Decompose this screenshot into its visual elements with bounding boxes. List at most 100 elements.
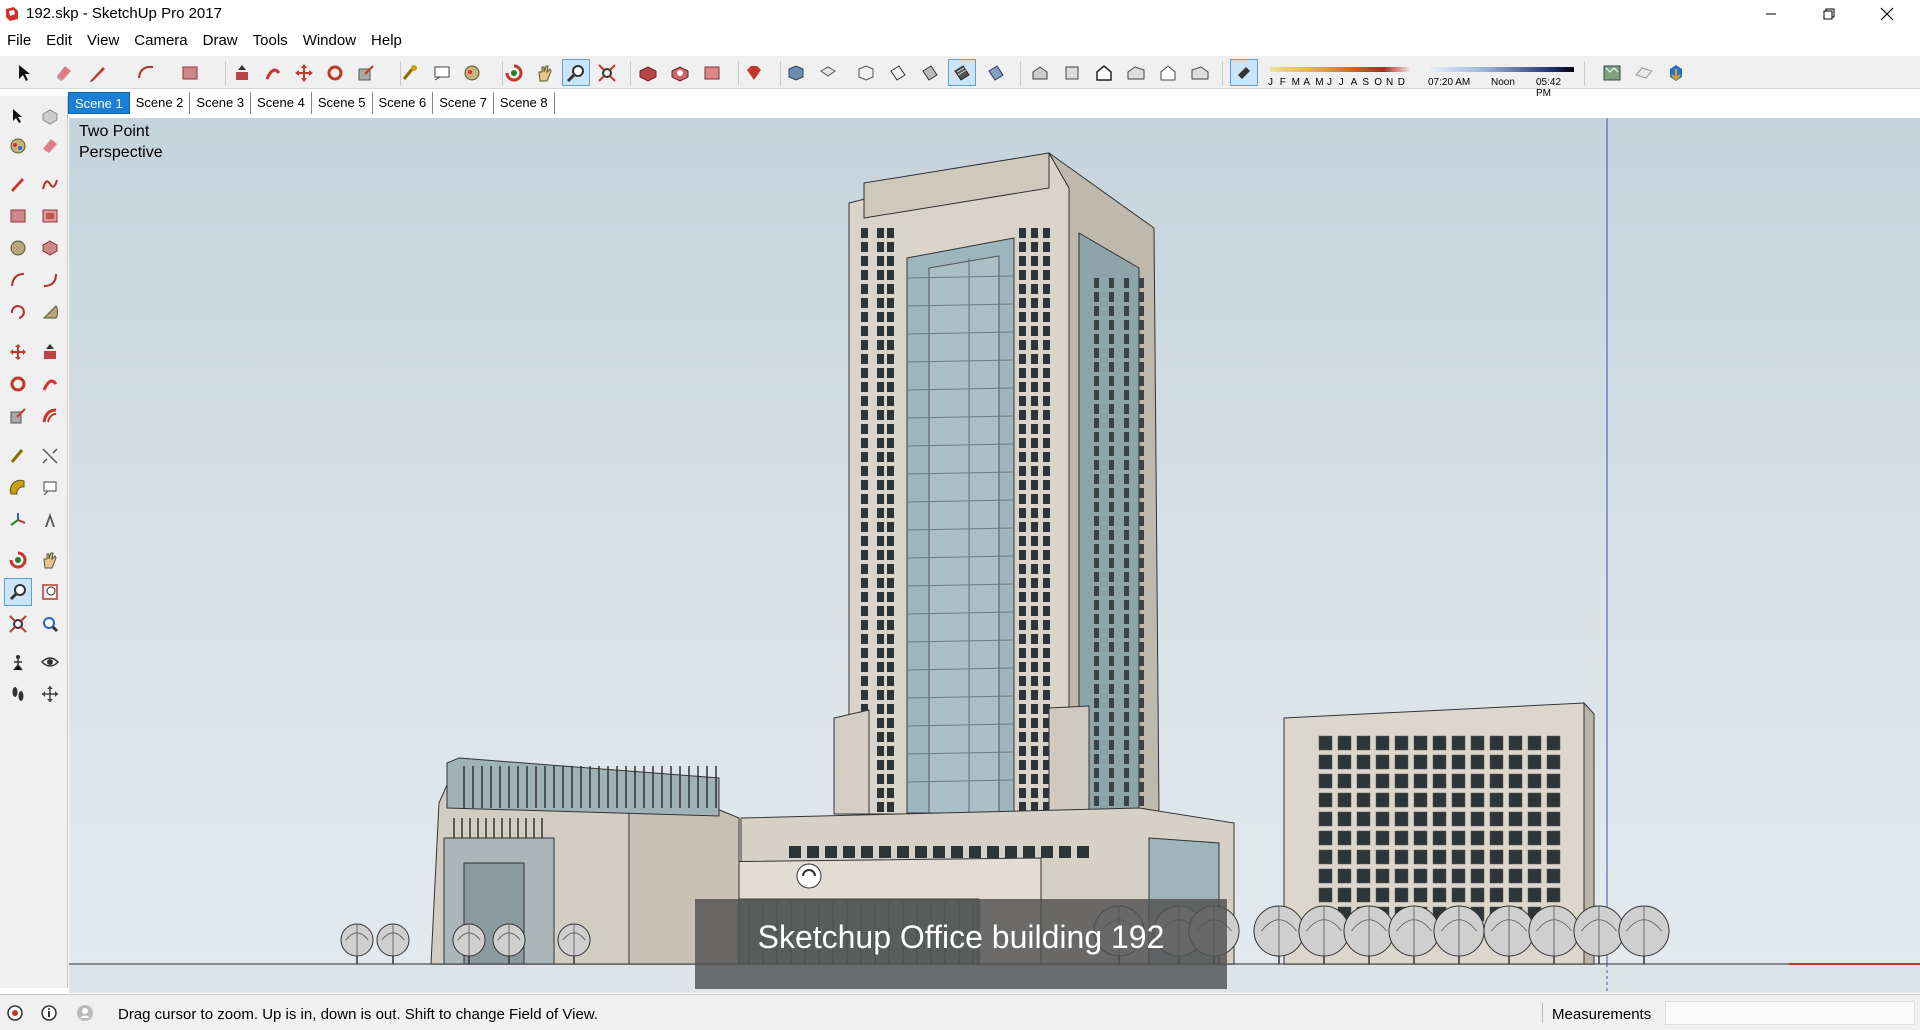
add-location-button[interactable] bbox=[1598, 59, 1626, 86]
palette-rectangle-button[interactable] bbox=[4, 202, 32, 230]
zoom-extents-button[interactable] bbox=[593, 59, 621, 86]
eraser-tool-button[interactable] bbox=[50, 59, 78, 86]
orbit-tool-button[interactable] bbox=[500, 59, 528, 86]
pan-tool-button[interactable] bbox=[531, 59, 559, 86]
palette-eraser-button[interactable] bbox=[36, 132, 64, 160]
tab-scene-4[interactable]: Scene 4 bbox=[251, 92, 312, 114]
palette-zoom-window-button[interactable] bbox=[36, 578, 64, 606]
tab-scene-8[interactable]: Scene 8 bbox=[494, 92, 555, 114]
palette-look-around-button[interactable] bbox=[36, 648, 64, 676]
palette-3dtext-button[interactable] bbox=[36, 506, 64, 534]
palette-pushpull-button[interactable] bbox=[36, 338, 64, 366]
scale-tool-button[interactable] bbox=[352, 59, 380, 86]
shadows-toggle-button[interactable] bbox=[1230, 59, 1258, 86]
arc-tool-button[interactable] bbox=[132, 59, 160, 86]
view-iso-house-button[interactable] bbox=[1026, 59, 1054, 86]
palette-text-button[interactable] bbox=[36, 474, 64, 502]
shaded-style-button[interactable] bbox=[916, 59, 944, 86]
restore-button[interactable] bbox=[1800, 0, 1858, 28]
palette-circle-button[interactable] bbox=[4, 234, 32, 262]
xray-style-button[interactable] bbox=[852, 59, 880, 86]
palette-axes-button[interactable] bbox=[4, 506, 32, 534]
palette-followme-button[interactable] bbox=[36, 370, 64, 398]
tab-scene-6[interactable]: Scene 6 bbox=[373, 92, 434, 114]
view-right-button[interactable] bbox=[1122, 59, 1150, 86]
photo-textures-button[interactable] bbox=[1662, 59, 1690, 86]
palette-pie-button[interactable] bbox=[36, 298, 64, 326]
menu-file[interactable]: File bbox=[0, 30, 39, 54]
extension-warehouse-button[interactable] bbox=[740, 59, 768, 86]
textured-style-button[interactable] bbox=[948, 59, 976, 86]
tab-scene-7[interactable]: Scene 7 bbox=[433, 92, 494, 114]
menu-help[interactable]: Help bbox=[364, 30, 410, 54]
model-viewport[interactable]: Two Point Perspective Sketchup Office bu… bbox=[69, 118, 1920, 993]
palette-freehand-button[interactable] bbox=[36, 170, 64, 198]
palette-rotate-button[interactable] bbox=[4, 370, 32, 398]
palette-arc-button[interactable] bbox=[4, 266, 32, 294]
menu-window[interactable]: Window bbox=[296, 30, 364, 54]
toggle-terrain-button[interactable] bbox=[1630, 59, 1658, 86]
close-button[interactable] bbox=[1858, 0, 1916, 28]
measurements-field[interactable] bbox=[1665, 1001, 1915, 1025]
menu-camera[interactable]: Camera bbox=[127, 30, 195, 54]
share-component-button[interactable] bbox=[698, 59, 726, 86]
rotate-tool-button[interactable] bbox=[321, 59, 349, 86]
palette-tape-button[interactable] bbox=[4, 442, 32, 470]
minimize-button[interactable] bbox=[1742, 0, 1800, 28]
view-left-button[interactable] bbox=[1186, 59, 1214, 86]
palette-previous-view-button[interactable] bbox=[36, 610, 64, 638]
zoom-tool-button[interactable] bbox=[562, 59, 590, 86]
paint-bucket-button[interactable] bbox=[458, 59, 486, 86]
menu-view[interactable]: View bbox=[80, 30, 127, 54]
rectangle-tool-button[interactable] bbox=[176, 59, 204, 86]
palette-component-button[interactable] bbox=[36, 102, 64, 130]
palette-line-button[interactable] bbox=[4, 170, 32, 198]
share-model-button[interactable] bbox=[666, 59, 694, 86]
geo-location-status-icon[interactable] bbox=[6, 1004, 24, 1022]
palette-zoom-button[interactable] bbox=[4, 578, 32, 606]
monochrome-style-button[interactable] bbox=[982, 59, 1010, 86]
menu-tools[interactable]: Tools bbox=[246, 30, 296, 54]
palette-2pt-arc-button[interactable] bbox=[36, 266, 64, 294]
palette-section-button[interactable] bbox=[36, 680, 64, 708]
line-tool-button[interactable] bbox=[84, 59, 112, 86]
info-icon[interactable] bbox=[40, 1004, 58, 1022]
tab-scene-5[interactable]: Scene 5 bbox=[312, 92, 373, 114]
tab-scene-2[interactable]: Scene 2 bbox=[130, 92, 191, 114]
iso-view-button[interactable] bbox=[782, 59, 810, 86]
palette-3pt-arc-button[interactable] bbox=[4, 298, 32, 326]
select-tool-button[interactable] bbox=[10, 59, 38, 86]
user-account-icon[interactable] bbox=[76, 1004, 94, 1022]
palette-position-camera-button[interactable] bbox=[4, 648, 32, 676]
palette-protractor-button[interactable] bbox=[4, 474, 32, 502]
tape-measure-button[interactable] bbox=[396, 59, 424, 86]
palette-rotated-rectangle-button[interactable] bbox=[36, 202, 64, 230]
palette-orbit-button[interactable] bbox=[4, 546, 32, 574]
palette-dimension-button[interactable] bbox=[36, 442, 64, 470]
move-tool-button[interactable] bbox=[290, 59, 318, 86]
palette-paint-button[interactable] bbox=[4, 132, 32, 160]
view-top-button[interactable] bbox=[1058, 59, 1086, 86]
palette-pan-button[interactable] bbox=[36, 546, 64, 574]
palette-move-button[interactable] bbox=[4, 338, 32, 366]
wireframe-style-button[interactable] bbox=[884, 59, 912, 86]
view-back-button[interactable] bbox=[1154, 59, 1182, 86]
tab-scene-3[interactable]: Scene 3 bbox=[190, 92, 252, 114]
push-pull-tool-button[interactable] bbox=[228, 59, 256, 86]
text-tool-button[interactable] bbox=[428, 59, 456, 86]
shadow-date-slider[interactable]: JFMAMJJASOND bbox=[1266, 59, 1416, 88]
menu-draw[interactable]: Draw bbox=[196, 30, 246, 54]
palette-offset-button[interactable] bbox=[36, 402, 64, 430]
top-view-button[interactable] bbox=[814, 59, 842, 86]
view-front-button[interactable] bbox=[1090, 59, 1118, 86]
palette-zoom-extents-button[interactable] bbox=[4, 610, 32, 638]
menu-edit[interactable]: Edit bbox=[39, 30, 80, 54]
palette-scale-button[interactable] bbox=[4, 402, 32, 430]
tab-scene-1[interactable]: Scene 1 bbox=[68, 92, 130, 114]
follow-me-tool-button[interactable] bbox=[259, 59, 287, 86]
warehouse-button[interactable] bbox=[634, 59, 662, 86]
palette-select-button[interactable] bbox=[4, 102, 32, 130]
palette-polygon-button[interactable] bbox=[36, 234, 64, 262]
palette-walk-button[interactable] bbox=[4, 680, 32, 708]
shadow-time-slider[interactable]: 07:20 AM Noon 05:42 PM bbox=[1426, 59, 1578, 99]
